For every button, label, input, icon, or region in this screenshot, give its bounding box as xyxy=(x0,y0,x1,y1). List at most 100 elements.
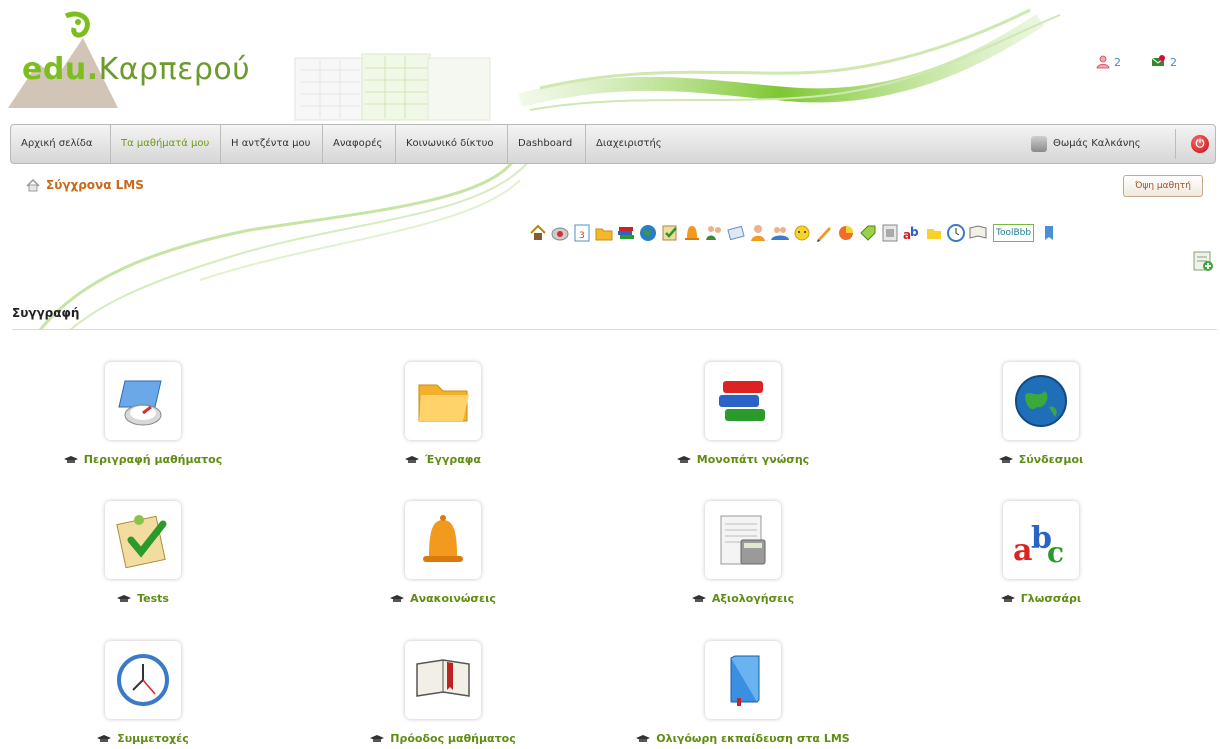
email-icon[interactable] xyxy=(726,223,746,243)
group-icon[interactable] xyxy=(748,223,768,243)
tool-announcements[interactable]: Ανακοινώσεις xyxy=(313,501,573,605)
tool-learning-path[interactable]: Μονοπάτι γνώσης xyxy=(613,362,873,466)
pencil-icon[interactable] xyxy=(814,223,834,243)
nav-divider xyxy=(1175,129,1176,159)
avatar xyxy=(1031,136,1047,152)
bookmark-icon[interactable] xyxy=(1039,223,1059,243)
tests-icon[interactable] xyxy=(660,223,680,243)
tool-glossary[interactable]: abc Γλωσσάρι xyxy=(911,501,1171,605)
tag-icon[interactable] xyxy=(858,223,878,243)
notebook-icon[interactable] xyxy=(924,223,944,243)
nav-social-network[interactable]: Κοινωνικό δίκτυο xyxy=(396,125,508,163)
section-title: Συγγραφή xyxy=(12,306,80,320)
folder-icon[interactable] xyxy=(405,362,481,440)
graduation-cap-icon xyxy=(998,455,1013,463)
add-tool-icon[interactable] xyxy=(1192,250,1214,272)
folder-icon[interactable] xyxy=(594,223,614,243)
graduation-cap-icon xyxy=(117,594,132,602)
tool-label: Μονοπάτι γνώσης xyxy=(696,453,810,466)
bell-icon[interactable] xyxy=(682,223,702,243)
svg-text:a: a xyxy=(1013,533,1032,568)
blue-book-icon[interactable] xyxy=(705,641,781,719)
books-icon[interactable] xyxy=(616,223,636,243)
messages-count: 2 xyxy=(1170,55,1177,69)
clock-icon[interactable] xyxy=(946,223,966,243)
svg-text:b: b xyxy=(910,225,919,239)
nav-dashboard[interactable]: Dashboard xyxy=(508,125,586,163)
main-nav: Αρχική σελίδα Τα μαθήματά μου Η αντζέντα… xyxy=(10,124,1216,164)
open-book-icon[interactable] xyxy=(405,641,481,719)
abc-icon[interactable]: abc xyxy=(1003,501,1079,579)
tool-label: Ανακοινώσεις xyxy=(410,592,496,605)
compass-icon[interactable] xyxy=(550,223,570,243)
graduation-cap-icon xyxy=(405,455,420,463)
logo-text: edu.Καρπερού xyxy=(22,52,251,87)
messages-indicator[interactable]: 2 xyxy=(1150,55,1177,69)
tool-course-description[interactable]: Περιγραφή μαθήματος xyxy=(13,362,273,466)
tool-tests[interactable]: Tests xyxy=(13,501,273,605)
clock-icon[interactable] xyxy=(105,641,181,719)
toolbbb-link[interactable]: ToolBbb xyxy=(993,224,1035,242)
tool-label: Περιγραφή μαθήματος xyxy=(83,453,223,466)
home-icon[interactable] xyxy=(528,223,548,243)
tool-assessments[interactable]: Αξιολογήσεις xyxy=(613,501,873,605)
graduation-cap-icon xyxy=(390,594,405,602)
graduation-cap-icon xyxy=(636,734,651,742)
tests-icon[interactable] xyxy=(105,501,181,579)
breadcrumb-course[interactable]: Σύγχρονα LMS xyxy=(46,178,144,192)
tool-label: Ολιγόωρη εκπαίδευση στα LMS xyxy=(656,732,850,745)
graduation-cap-icon xyxy=(63,455,78,463)
nav-reports[interactable]: Αναφορές xyxy=(323,125,396,163)
tool-label: Tests xyxy=(137,592,169,605)
course-toolbar: 3 ab ToolBbb xyxy=(528,220,1059,246)
globe-icon[interactable] xyxy=(1003,362,1079,440)
user-icon xyxy=(1096,55,1110,69)
nav-my-courses[interactable]: Τα μαθήματά μου xyxy=(111,125,221,163)
tool-links[interactable]: Σύνδεσμοι xyxy=(911,362,1171,466)
user-menu[interactable]: Θωμάς Καλκάνης xyxy=(1031,125,1141,163)
nav-administrator[interactable]: Διαχειριστής xyxy=(586,125,670,163)
message-icon xyxy=(1151,55,1165,66)
site-logo[interactable]: edu.Καρπερού xyxy=(8,8,258,118)
tool-label: Πρόοδος μαθήματος xyxy=(390,732,516,745)
calendar-icon[interactable]: 3 xyxy=(572,223,592,243)
tool-label: Έγγραφα xyxy=(425,453,481,466)
course-description-icon[interactable] xyxy=(105,362,181,440)
online-users[interactable]: 2 xyxy=(1096,55,1121,69)
user-name: Θωμάς Καλκάνης xyxy=(1053,138,1141,149)
pie-icon[interactable] xyxy=(836,223,856,243)
power-icon[interactable]: ⏻ xyxy=(1191,135,1209,153)
nav-agenda[interactable]: Η αντζέντα μου xyxy=(221,125,323,163)
graduation-cap-icon xyxy=(370,734,385,742)
globe-icon[interactable] xyxy=(638,223,658,243)
home-icon[interactable] xyxy=(26,178,40,192)
graduation-cap-icon xyxy=(676,455,691,463)
tool-label: Γλωσσάρι xyxy=(1020,592,1082,605)
breadcrumb: Σύγχρονα LMS xyxy=(26,178,144,192)
users-icon[interactable] xyxy=(704,223,724,243)
nav-home[interactable]: Αρχική σελίδα xyxy=(11,125,111,163)
tool-short-lms-training[interactable]: Ολιγόωρη εκπαίδευση στα LMS xyxy=(613,641,873,745)
chat-icon[interactable] xyxy=(792,223,812,243)
tool-label: Συμμετοχές xyxy=(117,732,189,745)
online-users-count: 2 xyxy=(1114,55,1121,69)
svg-text:c: c xyxy=(1047,536,1064,569)
gradebook-icon[interactable] xyxy=(880,223,900,243)
section-divider xyxy=(12,329,1217,330)
books-icon[interactable] xyxy=(705,362,781,440)
glossary-icon[interactable]: ab xyxy=(902,223,922,243)
tool-course-progress[interactable]: Πρόοδος μαθήματος xyxy=(313,641,573,745)
svg-text:3: 3 xyxy=(579,231,585,241)
graduation-cap-icon xyxy=(1000,594,1015,602)
tool-participation[interactable]: Συμμετοχές xyxy=(13,641,273,745)
bell-icon[interactable] xyxy=(405,501,481,579)
tool-documents[interactable]: Έγγραφα xyxy=(313,362,573,466)
tool-label: Αξιολογήσεις xyxy=(711,592,795,605)
student-view-button[interactable]: Όψη μαθητή xyxy=(1123,175,1203,197)
tool-label: Σύνδεσμοι xyxy=(1018,453,1084,466)
book-icon[interactable] xyxy=(968,223,988,243)
groups-icon[interactable] xyxy=(770,223,790,243)
gradebook-icon[interactable] xyxy=(705,501,781,579)
graduation-cap-icon xyxy=(691,594,706,602)
graduation-cap-icon xyxy=(97,734,112,742)
